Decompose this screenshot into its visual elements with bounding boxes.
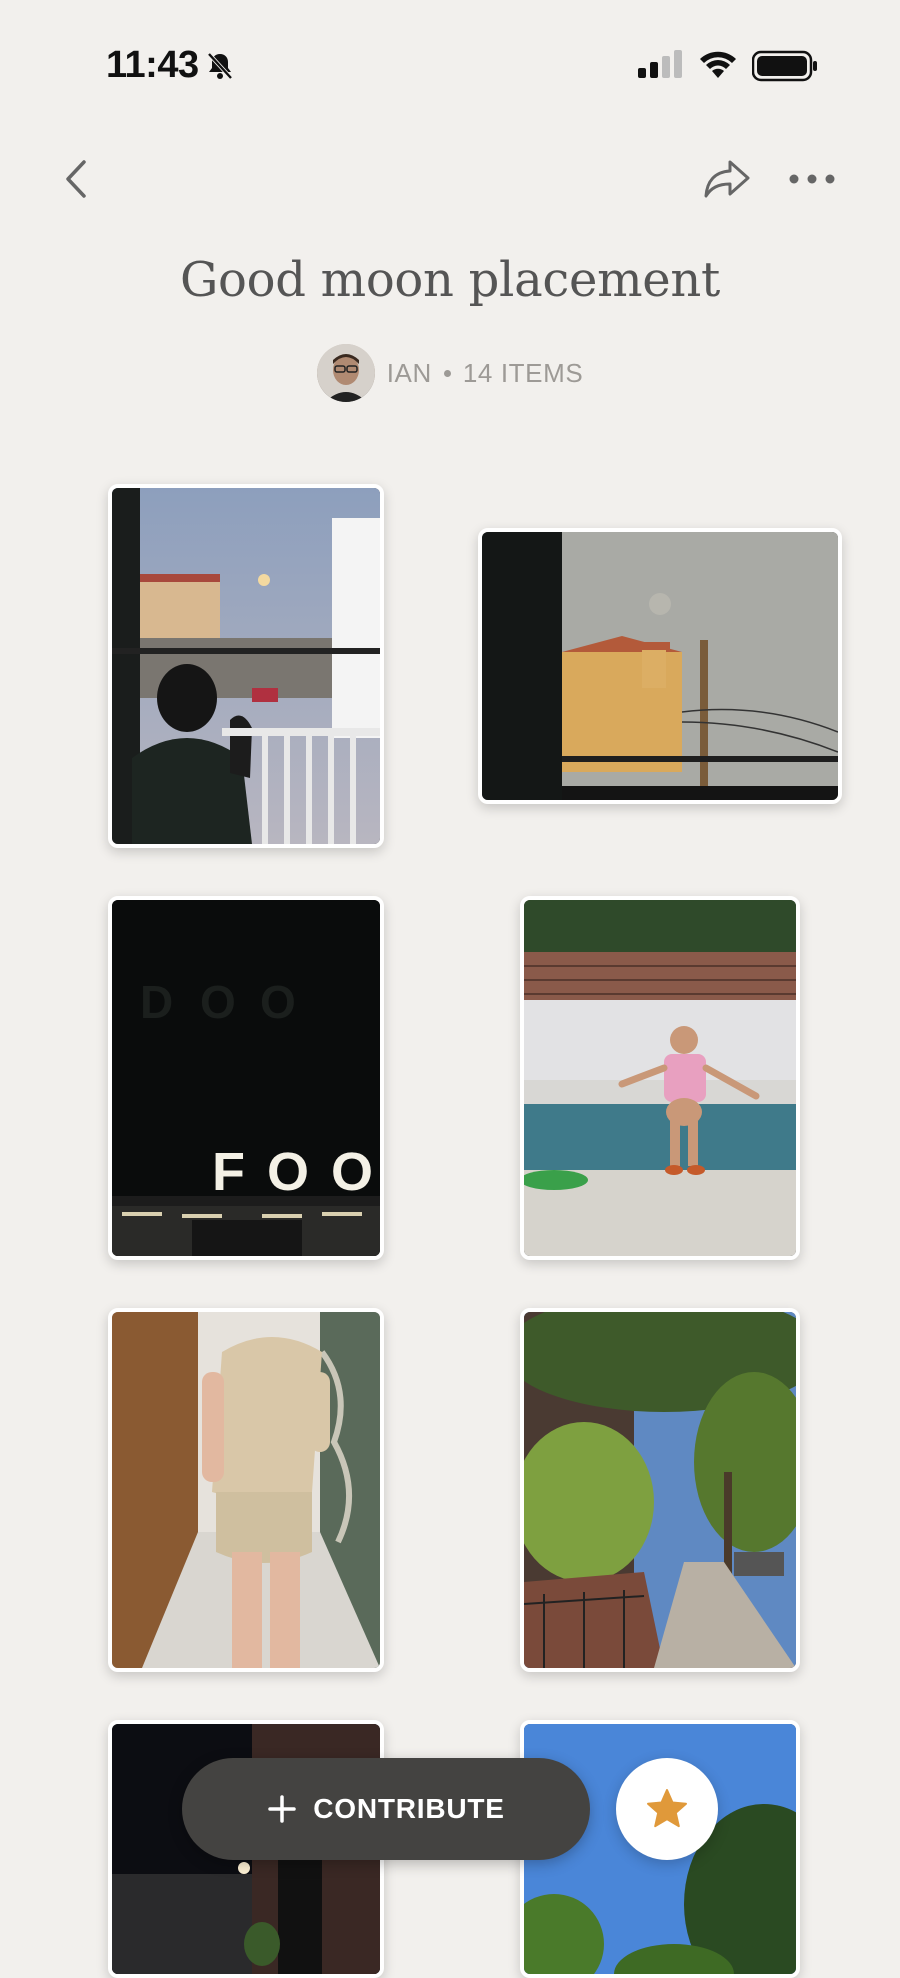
status-bar: 11:43 — [0, 0, 900, 130]
photo-item[interactable] — [478, 528, 842, 804]
favorite-button[interactable] — [616, 1758, 718, 1860]
bell-muted-icon — [207, 52, 233, 80]
photo-item[interactable] — [108, 484, 384, 848]
svg-text:O: O — [200, 976, 236, 1028]
moon-icon — [649, 593, 671, 615]
moon-icon — [258, 574, 270, 586]
svg-text:D: D — [140, 976, 173, 1028]
svg-text:O: O — [260, 976, 296, 1028]
photo-item[interactable] — [520, 896, 800, 1260]
top-nav — [0, 140, 900, 210]
cellular-signal-icon — [638, 50, 682, 78]
ellipsis-icon[interactable] — [786, 160, 838, 198]
status-time: 11:43 — [106, 44, 199, 86]
collection-meta: IAN 14 ITEMS — [0, 344, 900, 404]
wifi-icon — [700, 51, 736, 78]
author-name[interactable]: IAN — [387, 358, 432, 389]
chevron-left-icon[interactable] — [56, 154, 100, 204]
contribute-button[interactable]: CONTRIBUTE — [182, 1758, 590, 1860]
photo-item[interactable] — [520, 1308, 800, 1672]
photo-item[interactable] — [108, 1308, 384, 1672]
contribute-label: CONTRIBUTE — [313, 1793, 505, 1824]
collection-title: Good moon placement — [179, 252, 721, 308]
item-count: 14 ITEMS — [462, 357, 584, 388]
sign-text: FOO — [212, 1142, 380, 1202]
separator-dot — [443, 369, 451, 377]
plus-icon — [268, 1795, 296, 1823]
battery-icon — [752, 50, 817, 82]
photo-item[interactable]: DOO FOO — [108, 896, 384, 1260]
avatar[interactable] — [316, 344, 375, 402]
moon-icon — [238, 1862, 250, 1874]
star-icon — [647, 1789, 687, 1828]
share-arrow-icon[interactable] — [700, 154, 754, 204]
